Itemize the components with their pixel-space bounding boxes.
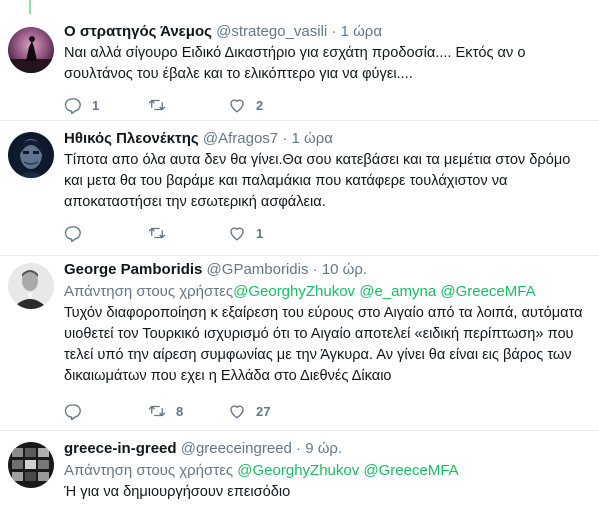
like-button[interactable]: 27	[228, 399, 270, 423]
reply-button[interactable]	[64, 221, 92, 245]
mention-link[interactable]: @e_amyna	[359, 283, 436, 300]
tweet-text: Ναι αλλά σίγουρο Ειδικό Δικαστήριο για ε…	[64, 45, 526, 82]
reply-icon	[64, 402, 82, 420]
like-count: 1	[256, 225, 264, 241]
display-name[interactable]: Ηθικός Πλεονέκτης	[64, 130, 199, 147]
tweet[interactable]: Ο στρατηγός Άνεμος @stratego_vasili · 1 …	[0, 0, 599, 121]
like-count: 2	[256, 97, 264, 113]
tweet[interactable]: George Pamboridis @GPamboridis · 10 ώρ. …	[0, 255, 599, 431]
tweet[interactable]: greece-in-greed @greeceingreed · 9 ώρ. Α…	[0, 430, 599, 524]
retweet-button[interactable]	[148, 221, 176, 245]
separator-dot: ·	[312, 261, 318, 278]
mention-link[interactable]: @GeorghyZhukov	[233, 283, 355, 300]
tweet-header: greece-in-greed @greeceingreed · 9 ώρ.	[64, 439, 591, 459]
avatar[interactable]	[8, 442, 54, 488]
tweet-timestamp[interactable]: 1 ώρα	[341, 23, 382, 40]
tweet-text: Τυχόν διαφοροποίηση κ εξαίρεση του εύρου…	[64, 305, 583, 384]
mention-link[interactable]: @GreeceMFA	[440, 283, 535, 300]
tweet-text: Τίποτα απο όλα αυτα δεν θα γίνει.Θα σου …	[64, 152, 571, 210]
retweet-button[interactable]: 8	[148, 399, 183, 423]
retweet-icon	[148, 224, 166, 242]
like-button[interactable]: 2	[228, 93, 263, 117]
replying-to: Απάντηση στους χρήστες@GeorghyZhukov @e_…	[64, 282, 591, 302]
avatar[interactable]	[8, 263, 54, 309]
retweet-icon	[148, 402, 166, 420]
retweet-icon	[148, 96, 166, 114]
tweet-header: George Pamboridis @GPamboridis · 10 ώρ.	[64, 260, 591, 280]
display-name[interactable]: Ο στρατηγός Άνεμος	[64, 23, 212, 40]
user-handle[interactable]: @stratego_vasili	[216, 23, 327, 40]
user-handle[interactable]: @GPamboridis	[207, 261, 309, 278]
avatar[interactable]	[8, 132, 54, 178]
tweet[interactable]: Ηθικός Πλεονέκτης @Afragos7 · 1 ώρα Τίπο…	[0, 120, 599, 256]
reply-button[interactable]: 1	[64, 93, 99, 117]
tweet-timestamp[interactable]: 9 ώρ.	[305, 440, 342, 457]
heart-icon	[228, 224, 246, 242]
retweet-count: 8	[176, 403, 184, 419]
tweet-timestamp[interactable]: 1 ώρα	[291, 130, 332, 147]
like-count: 27	[256, 403, 271, 419]
retweet-button[interactable]	[148, 93, 176, 117]
reply-count: 1	[92, 97, 100, 113]
replying-prefix: Απάντηση στους χρήστες	[64, 462, 234, 479]
tweet-text: Ή για να δημιουργήσουν επεισόδιο	[64, 484, 291, 500]
display-name[interactable]: greece-in-greed	[64, 440, 177, 457]
user-handle[interactable]: @Afragos7	[203, 130, 278, 147]
separator-dot: ·	[331, 23, 337, 40]
user-handle[interactable]: @greeceingreed	[181, 440, 292, 457]
like-button[interactable]: 1	[228, 221, 263, 245]
separator-dot: ·	[282, 130, 288, 147]
tweet-header: Ηθικός Πλεονέκτης @Afragos7 · 1 ώρα	[64, 129, 591, 149]
reply-icon	[64, 224, 82, 242]
heart-icon	[228, 96, 246, 114]
separator-dot: ·	[296, 440, 302, 457]
mention-link[interactable]: @GeorghyZhukov	[237, 462, 359, 479]
mention-link[interactable]: @GreeceMFA	[363, 462, 458, 479]
avatar[interactable]	[8, 27, 54, 73]
reply-button[interactable]	[64, 399, 92, 423]
tweet-header: Ο στρατηγός Άνεμος @stratego_vasili · 1 …	[64, 22, 591, 42]
display-name[interactable]: George Pamboridis	[64, 261, 202, 278]
reply-icon	[64, 96, 82, 114]
replying-prefix: Απάντηση στους χρήστες	[64, 283, 234, 300]
tweet-timestamp[interactable]: 10 ώρ.	[322, 261, 367, 278]
replying-to: Απάντηση στους χρήστες @GeorghyZhukov @G…	[64, 461, 591, 481]
heart-icon	[228, 402, 246, 420]
